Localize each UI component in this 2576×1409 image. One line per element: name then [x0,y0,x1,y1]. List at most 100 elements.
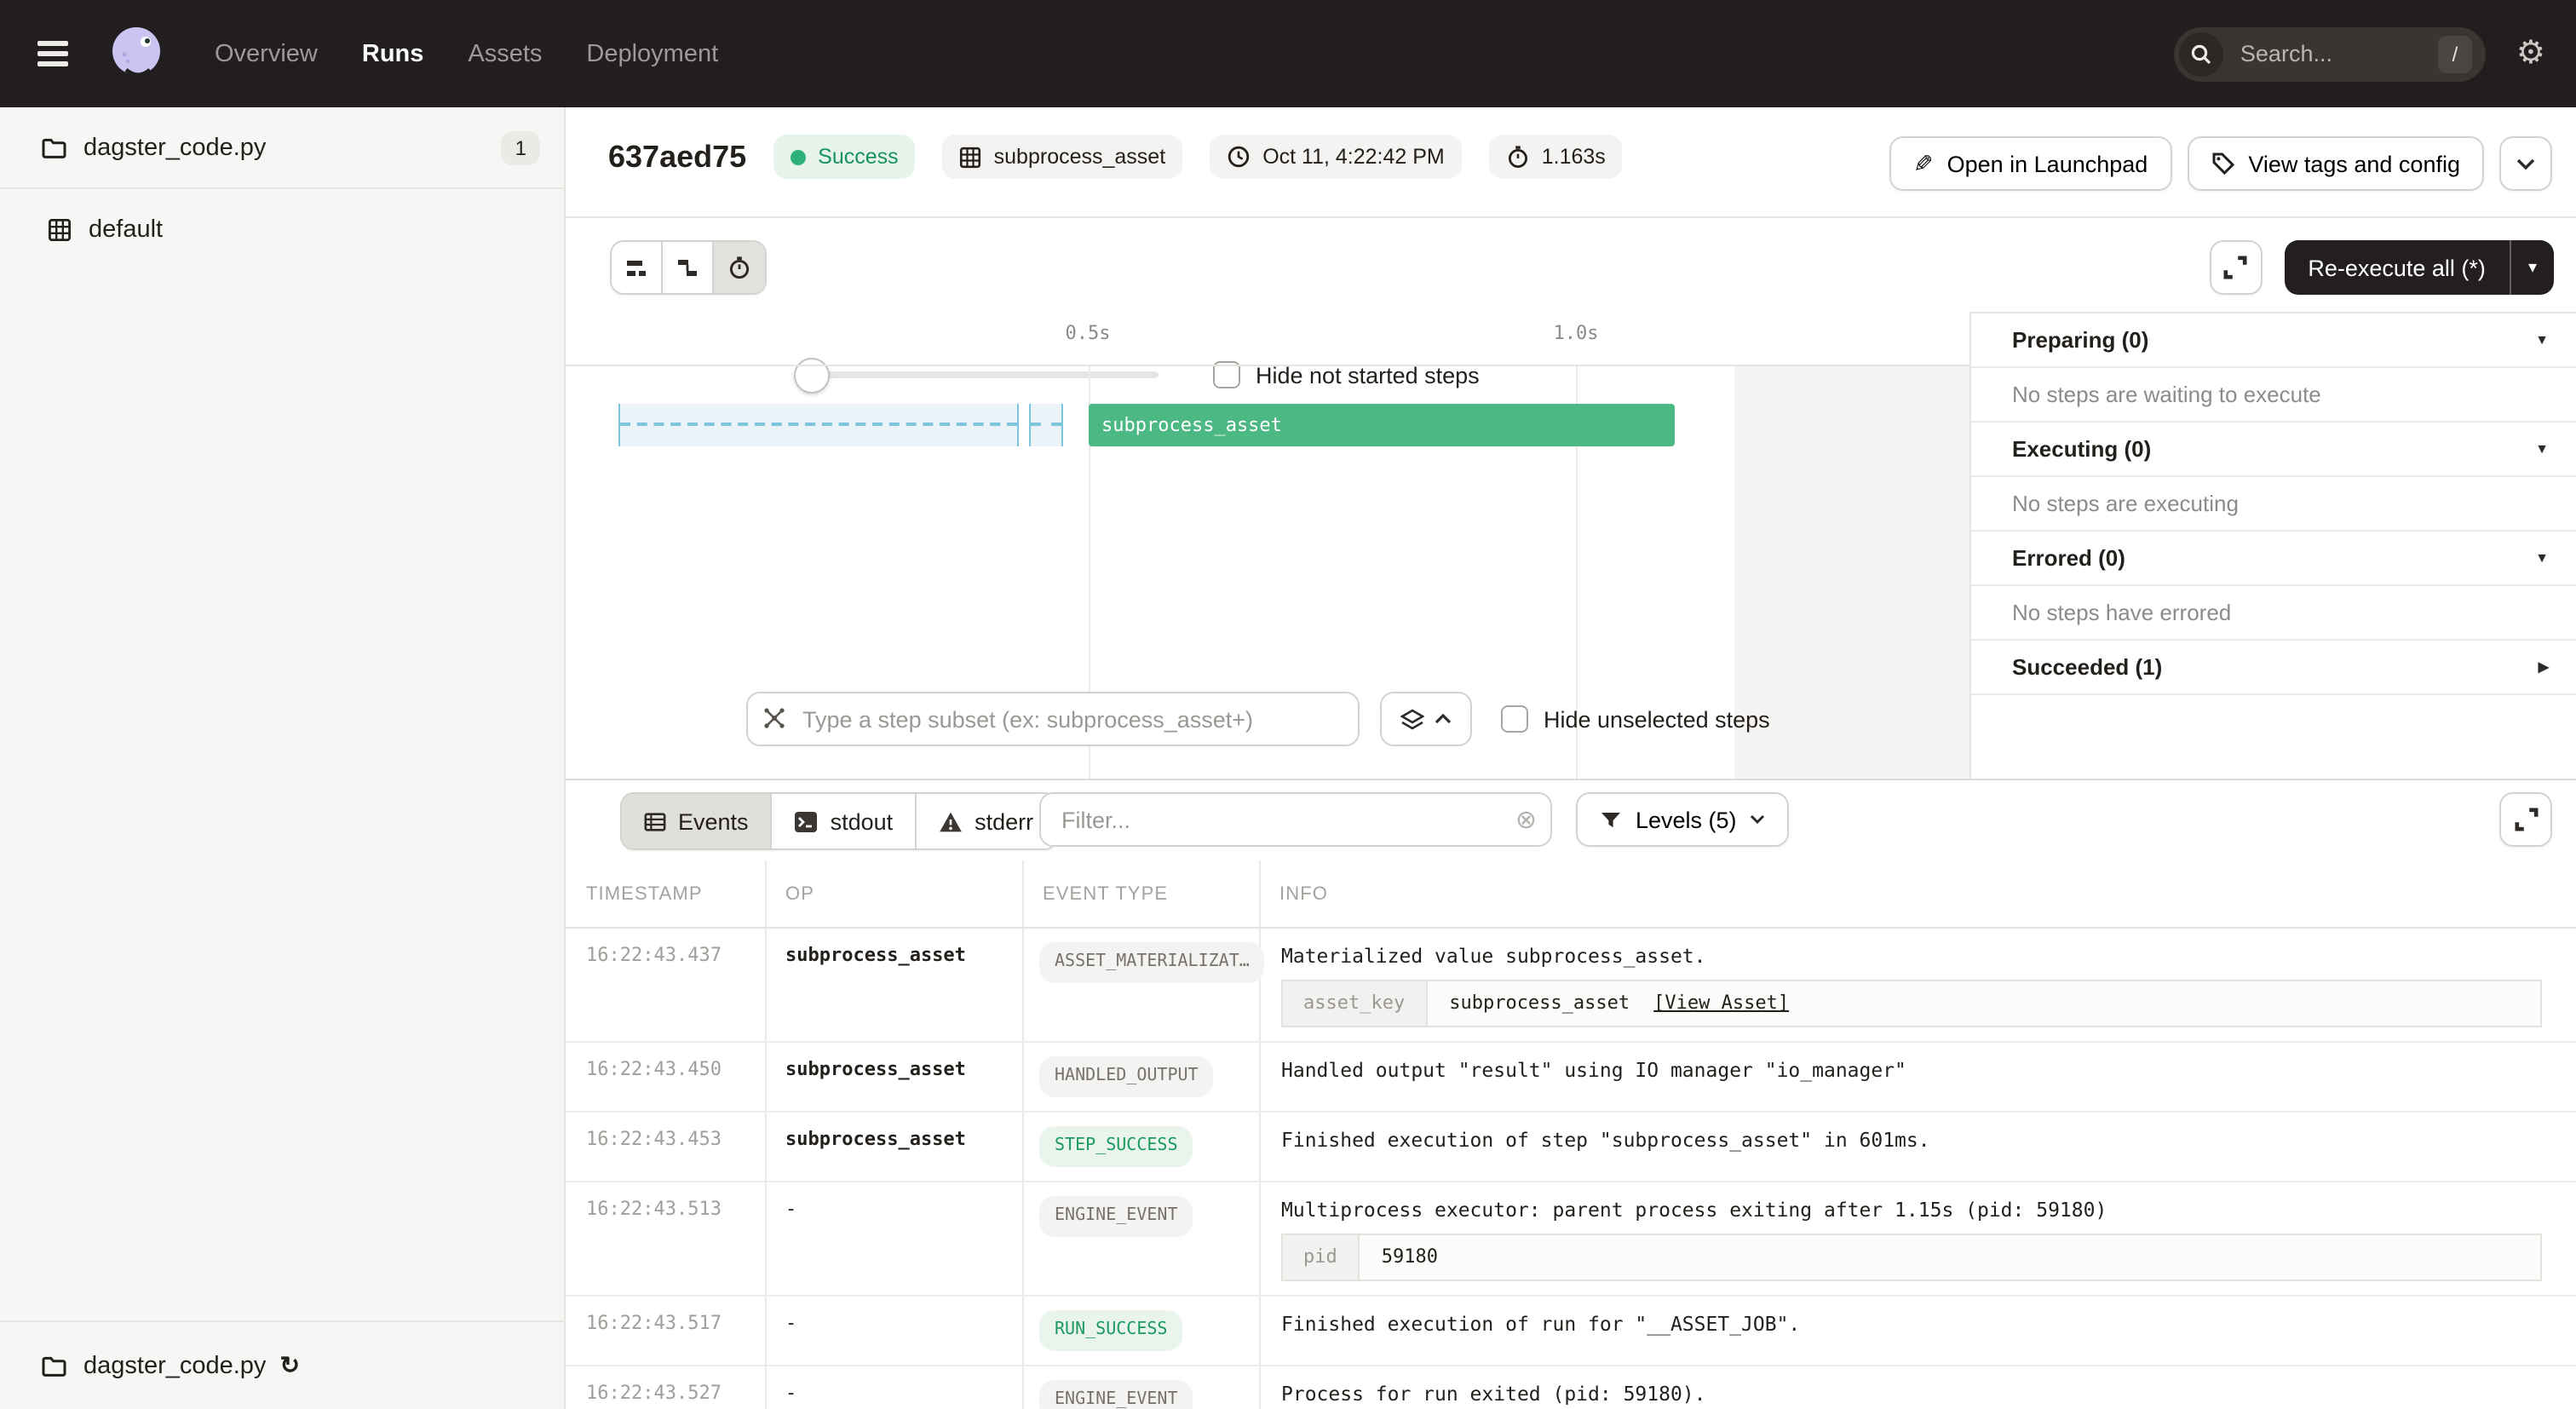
tab-stderr[interactable]: stderr [917,794,1055,848]
event-type-badge: HANDLED_OUTPUT [1039,1056,1214,1097]
primary-nav: Overview Runs Assets Deployment [215,40,718,67]
logs-fullscreen-button[interactable] [2499,792,2552,847]
graph-query-toggle-button[interactable] [1380,692,1472,746]
event-row: 16:22:43.453subprocess_asset STEP_SUCCESS… [566,1113,2576,1182]
chevron-down-icon: ▼ [2535,332,2549,348]
tag-icon [2211,152,2234,175]
stdout-icon [795,810,819,832]
footer-repo-name: dagster_code.py [83,1352,266,1379]
op-selector-icon [762,705,787,731]
event-row: 16:22:43.437subprocess_asset ASSET_MATERI… [566,929,2576,1043]
folder-icon [41,1354,66,1377]
step-section-preparing[interactable]: Preparing (0)▼ [1971,313,2576,368]
event-op: subprocess_asset [765,942,1022,1027]
dagster-logo-icon[interactable] [102,20,170,88]
event-info-text: Finished execution of run for "__ASSET_J… [1281,1310,2576,1337]
sidebar-item-default-job[interactable]: default [0,199,564,261]
event-timestamp: 16:22:43.450 [566,1056,765,1097]
expand-icon [2514,808,2538,831]
refresh-icon[interactable]: ↻ [279,1351,299,1380]
asset-chip[interactable]: subprocess_asset [943,135,1183,179]
beyond-run-end-region [1735,366,1969,779]
waterfall-view-toggle[interactable] [663,242,714,293]
event-timestamp: 16:22:43.513 [566,1196,765,1281]
column-header-op: OP [765,883,1022,904]
tab-stdout[interactable]: stdout [773,794,917,848]
event-timestamp: 16:22:43.517 [566,1310,765,1351]
chevron-up-icon [1435,714,1452,724]
gantt-toolbar: Hide not started steps Re-execute all (*… [566,218,2576,307]
open-in-launchpad-button[interactable]: ✎ Open in Launchpad [1889,136,2171,191]
step-section-empty-message: No steps are waiting to execute [1971,368,2576,423]
clock-icon [1227,145,1251,169]
nav-link-overview[interactable]: Overview [215,40,318,67]
repo-row[interactable]: dagster_code.py 1 [0,107,564,189]
nav-link-deployment[interactable]: Deployment [586,40,718,67]
log-tabs: Eventsstdoutstderr [620,792,1057,850]
timed-view-toggle[interactable] [714,242,765,293]
layers-icon [1400,708,1424,730]
expand-icon [2223,256,2247,279]
gantt-fullscreen-button[interactable] [2209,240,2262,295]
tab-events[interactable]: Events [622,794,773,848]
dagster-run-page: Overview Runs Assets Deployment / ⚙ dagster… [0,0,2576,1409]
event-row: 16:22:43.513-ENGINE_EVENTMultiprocess ex… [566,1182,2576,1297]
run-actions-caret-button[interactable] [2499,136,2552,191]
step-section-empty-message: No steps are executing [1971,477,2576,532]
timeline-tick-label: 1.0s [1554,322,1599,344]
view-tags-config-button[interactable]: View tags and config [2187,136,2484,191]
event-type-badge: ASSET_MATERIALIZAT… [1039,942,1265,983]
gantt-step-bar[interactable]: subprocess_asset [1088,404,1675,446]
step-section-errored[interactable]: Errored (0)▼ [1971,532,2576,586]
repo-name: dagster_code.py [83,134,266,161]
hide-unselected-checkbox[interactable] [1501,705,1528,733]
reexecute-label[interactable]: Re-execute all (*) [2284,240,2510,295]
event-timestamp: 16:22:43.437 [566,942,765,1027]
events-icon [644,810,666,832]
reexecute-caret[interactable]: ▾ [2510,240,2554,295]
event-op: - [765,1380,1022,1409]
levels-filter-button[interactable]: Levels (5) [1576,792,1790,847]
top-navbar: Overview Runs Assets Deployment / ⚙ [0,0,2576,107]
timeline-tick-label: 0.5s [1066,322,1111,344]
main-content: 637aed75 Success subprocess_asset Oct 11… [566,107,2576,1409]
log-filter-input[interactable] [1039,792,1552,847]
job-grid-icon [48,218,72,242]
status-badge: Success [773,135,916,179]
event-type-badge: ENGINE_EVENT [1039,1196,1193,1237]
step-section-succeeded[interactable]: Succeeded (1)▶ [1971,641,2576,695]
events-toolbar: Eventsstdoutstderr ⊗ Levels (5) [566,779,2576,860]
run-header: 637aed75 Success subprocess_asset Oct 11… [566,107,2576,218]
event-info-text: Materialized value subprocess_asset. [1281,942,2576,969]
search-input[interactable] [2237,39,2423,68]
chevron-down-icon: ▼ [2535,550,2549,566]
view-asset-link[interactable]: [View Asset] [1653,990,1789,1017]
stderr-icon [939,810,963,832]
step-subset-input[interactable] [746,692,1360,746]
metadata-value: 59180 [1382,1244,1438,1271]
reexecute-all-button[interactable]: Re-execute all (*) ▾ [2284,240,2554,295]
search-shortcut-badge: / [2438,35,2472,72]
global-search[interactable]: / [2174,26,2486,81]
gear-icon[interactable]: ⚙ [2516,37,2545,70]
search-icon [2179,32,2223,76]
gantt-waiting-bar [1029,404,1063,446]
step-section-executing[interactable]: Executing (0)▼ [1971,423,2576,477]
event-type-badge: STEP_SUCCESS [1039,1126,1193,1167]
event-type-badge: ENGINE_EVENT [1039,1380,1193,1409]
event-op: subprocess_asset [765,1056,1022,1097]
event-op: - [765,1310,1022,1351]
event-timestamp: 16:22:43.453 [566,1126,765,1167]
hamburger-menu-icon[interactable] [37,42,72,66]
nav-link-assets[interactable]: Assets [468,40,542,67]
step-section-empty-message: No steps have errored [1971,586,2576,641]
nav-link-runs[interactable]: Runs [362,40,424,67]
grid-icon [960,146,982,168]
event-op: subprocess_asset [765,1126,1022,1167]
hide-unselected-label: Hide unselected steps [1544,706,1770,732]
event-info-text: Multiprocess executor: parent process ex… [1281,1196,2576,1223]
flat-view-toggle[interactable] [612,242,663,293]
event-row: 16:22:43.450subprocess_asset HANDLED_OUTP… [566,1043,2576,1113]
column-header-info: INFO [1259,883,2576,904]
clear-filter-icon[interactable]: ⊗ [1515,804,1537,835]
